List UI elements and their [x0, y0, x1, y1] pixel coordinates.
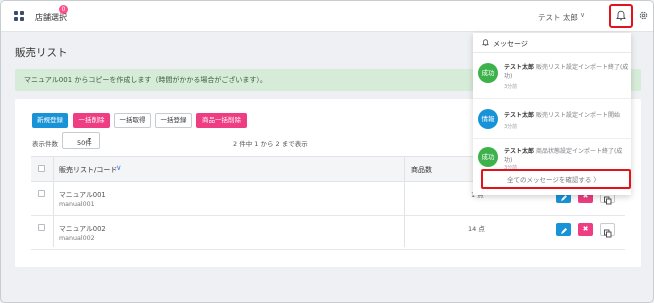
row-name[interactable]: マニュアル001 — [59, 189, 106, 199]
notification-user: テスト太郎 — [504, 64, 535, 71]
notification-text: 販売リスト設定インポート開始 — [535, 112, 620, 119]
notification-item[interactable]: テスト太郎 商品状態設定インポート終了(成功) — [504, 148, 629, 165]
grid-icon[interactable] — [14, 11, 24, 21]
copy-icon — [604, 229, 612, 238]
row-qty: 14 点 — [468, 225, 485, 233]
new-button[interactable]: 新規登録 — [32, 113, 68, 128]
status-badge: 情報 — [478, 109, 498, 129]
notification-title: メッセージ — [493, 40, 528, 48]
divider — [473, 98, 631, 99]
row-name[interactable]: マニュアル002 — [59, 223, 106, 233]
edit-icon — [561, 228, 567, 234]
chevron-down-icon[interactable]: ∨ — [580, 11, 585, 19]
chevron-down-icon: ▾ — [88, 136, 92, 143]
user-menu[interactable]: テスト 太郎 — [538, 12, 578, 23]
bell-icon — [482, 39, 489, 46]
status-badge: 成功 — [478, 63, 498, 83]
divider — [473, 138, 631, 139]
notification-user: テスト太郎 — [504, 148, 535, 155]
sort-icon[interactable]: ∨ — [116, 163, 122, 172]
row-code: manual002 — [59, 235, 95, 242]
column-header-name[interactable]: 販売リスト/コード — [59, 165, 117, 175]
page-title: 販売リスト — [15, 47, 68, 59]
bulk-register-button[interactable]: 一括登録 — [155, 113, 192, 128]
notification-item[interactable]: テスト太郎 販売リスト設定インポート開始 — [504, 112, 629, 121]
bulk-fetch-button[interactable]: 一括取得 — [114, 113, 151, 128]
edit-button[interactable] — [556, 223, 571, 236]
notification-item[interactable]: テスト太郎 販売リスト設定インポート終了(成功) — [504, 64, 629, 81]
bell-icon — [616, 10, 626, 21]
select-all-checkbox[interactable] — [38, 165, 45, 172]
record-count: 2 件中 1 から 2 まで表示 — [233, 140, 308, 148]
notification-time: 3分前 — [504, 124, 518, 130]
row-code: manual001 — [59, 201, 95, 208]
row-checkbox[interactable] — [38, 190, 45, 197]
gear-icon[interactable] — [638, 10, 649, 21]
column-header-qty[interactable]: 商品数 — [411, 165, 432, 175]
table-row — [31, 216, 625, 250]
delete-button[interactable]: ✖ — [578, 223, 593, 236]
copy-icon — [604, 196, 612, 205]
row-checkbox[interactable] — [38, 224, 45, 231]
product-bulk-delete-button[interactable]: 商品一括削除 — [196, 113, 247, 128]
notification-time: 3分前 — [504, 84, 518, 90]
per-page-label: 表示件数 — [32, 140, 58, 148]
divider — [473, 52, 631, 53]
store-badge: 0 — [59, 5, 68, 14]
notification-user: テスト太郎 — [504, 112, 535, 119]
status-badge: 成功 — [478, 147, 498, 167]
app-window: 店舗選択 0 テスト 太郎 ∨ 販売リスト マニュアル001 からコピーを作成し… — [0, 0, 654, 303]
copy-button[interactable] — [600, 223, 615, 238]
confirm-all-messages-label[interactable]: 全てのメッセージを確認する 〉 — [507, 174, 600, 184]
notification-button[interactable] — [609, 4, 633, 28]
bulk-delete-button[interactable]: 一括削除 — [73, 113, 110, 128]
delete-icon: ✖ — [582, 225, 589, 233]
per-page-select[interactable]: 50件 — [62, 132, 100, 149]
